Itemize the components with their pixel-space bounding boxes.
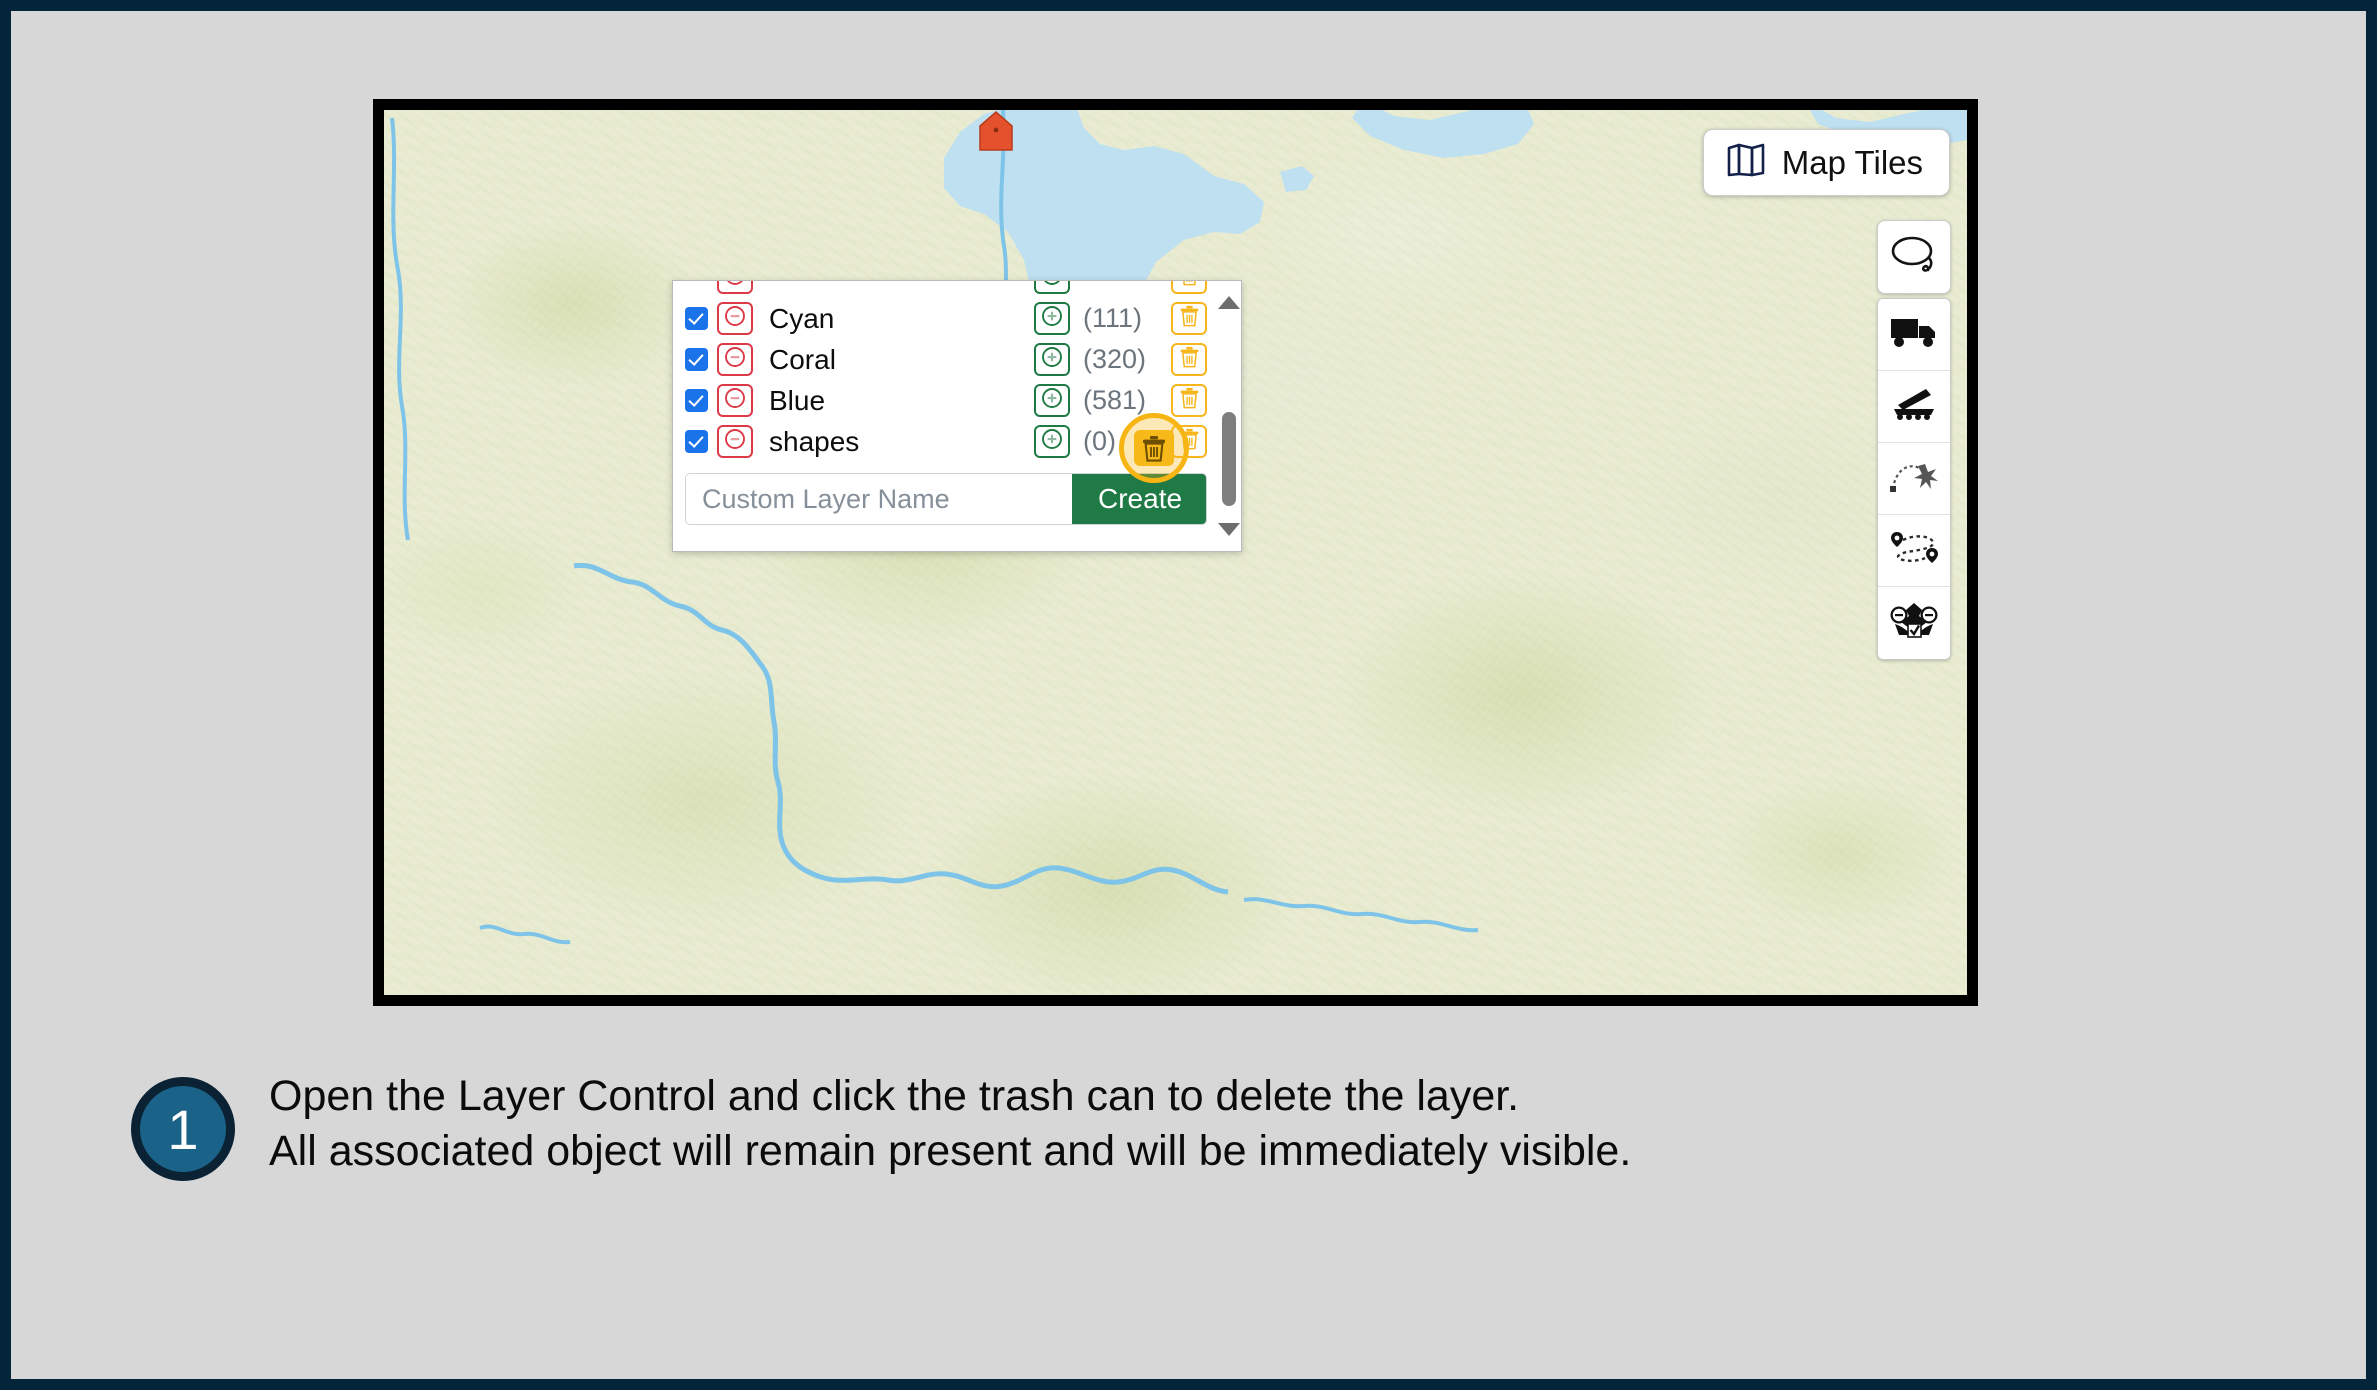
delete-layer-button[interactable] (1171, 281, 1207, 294)
remove-from-layer-button[interactable] (717, 281, 753, 294)
trash-icon (1179, 281, 1200, 291)
circle-plus-icon (1041, 387, 1063, 414)
layer-row[interactable]: Blue (581) (685, 380, 1207, 421)
screenshot-root: Map Tiles Cyan (111) Coral (320) Blue (5… (0, 0, 2377, 1390)
circle-plus-icon (1041, 428, 1063, 455)
add-to-layer-wrapper (1034, 384, 1070, 417)
layer-visibility-checkbox[interactable] (685, 430, 708, 453)
remove-from-layer-button[interactable] (717, 343, 753, 376)
caption-text: Open the Layer Control and click the tra… (269, 1069, 1631, 1178)
lasso-select-button[interactable] (1877, 220, 1951, 294)
caption-line-1: Open the Layer Control and click the tra… (269, 1072, 1520, 1120)
layer-name-label: Cyan (769, 302, 835, 334)
remove-from-layer-button[interactable] (717, 425, 753, 458)
layer-control-panel[interactable]: Cyan (111) Coral (320) Blue (581) shapes… (672, 280, 1242, 552)
circle-minus-icon (724, 305, 746, 332)
tool-truck[interactable] (1878, 299, 1950, 371)
circle-minus-icon (724, 428, 746, 455)
add-to-layer-wrapper (1034, 302, 1070, 335)
layer-object-count: (320) (1083, 344, 1147, 374)
unit-zoom-select-icon (1889, 602, 1939, 645)
add-to-layer-wrapper (1034, 425, 1070, 458)
step-number-badge: 1 (131, 1077, 235, 1181)
caption-line-2: All associated object will remain presen… (269, 1126, 1632, 1175)
lasso-select-icon (1889, 234, 1939, 281)
triangle-up-icon[interactable] (1218, 296, 1240, 309)
circle-minus-icon (724, 281, 746, 291)
triangle-down-icon[interactable] (1218, 523, 1240, 536)
remove-from-layer-button[interactable] (717, 302, 753, 335)
map-tool-strip[interactable] (1877, 298, 1951, 660)
layer-name-label: Blue (769, 384, 826, 416)
delete-layer-button[interactable] (1171, 302, 1207, 335)
add-to-layer-wrapper (1034, 281, 1070, 294)
delete-layer-button[interactable] (1171, 384, 1207, 417)
add-to-layer-button[interactable] (1034, 425, 1070, 458)
create-layer-row[interactable]: Create (685, 473, 1207, 525)
highlighted-delete-layer-button[interactable] (1119, 413, 1189, 483)
tool-trajectory[interactable] (1878, 443, 1950, 515)
layer-visibility-checkbox[interactable] (685, 307, 708, 330)
layer-object-count: (581) (1083, 385, 1147, 415)
circle-plus-icon (1041, 305, 1063, 332)
scrollbar-track[interactable] (1219, 309, 1239, 523)
add-to-layer-button[interactable] (1034, 343, 1070, 376)
circle-plus-icon (1041, 281, 1063, 291)
circle-minus-icon (724, 387, 746, 414)
layer-name-label: shapes (769, 425, 860, 457)
add-to-layer-button[interactable] (1034, 384, 1070, 417)
tool-artillery[interactable] (1878, 371, 1950, 443)
add-to-layer-button[interactable] (1034, 302, 1070, 335)
custom-layer-name-input[interactable] (686, 474, 1072, 524)
circle-plus-icon (1041, 346, 1063, 373)
add-to-layer-wrapper (1034, 343, 1070, 376)
tool-unit-select[interactable] (1878, 587, 1950, 659)
layer-row[interactable] (685, 281, 1207, 298)
page-background: Map Tiles Cyan (111) Coral (320) Blue (5… (11, 11, 2366, 1379)
truck-icon (1890, 315, 1938, 354)
map-tiles-label: Map Tiles (1781, 143, 1923, 181)
layer-row[interactable]: Cyan (111) (685, 298, 1207, 339)
trash-icon (1179, 305, 1200, 332)
circle-minus-icon (724, 346, 746, 373)
layer-row[interactable]: Coral (320) (685, 339, 1207, 380)
layer-name-label: Coral (769, 343, 836, 375)
layer-list-scrollbar[interactable] (1218, 283, 1240, 549)
map-canvas[interactable]: Map Tiles Cyan (111) Coral (320) Blue (5… (384, 110, 1967, 995)
trash-icon (1179, 346, 1200, 373)
map-hydrography (390, 110, 1967, 945)
trajectory-explosion-icon (1889, 458, 1939, 499)
map-frame: Map Tiles Cyan (111) Coral (320) Blue (5… (373, 99, 1978, 1006)
scrollbar-thumb[interactable] (1222, 411, 1236, 506)
tool-route[interactable] (1878, 515, 1950, 587)
remove-from-layer-button[interactable] (717, 384, 753, 417)
layer-object-count: (111) (1083, 303, 1143, 333)
add-to-layer-button[interactable] (1034, 281, 1070, 294)
layer-visibility-checkbox[interactable] (685, 389, 708, 412)
map-tiles-button[interactable]: Map Tiles (1702, 129, 1950, 196)
instruction-caption: 1 Open the Layer Control and click the t… (131, 1069, 1631, 1181)
artillery-launcher-icon (1890, 387, 1938, 426)
map-fold-icon (1726, 143, 1766, 182)
delete-layer-button[interactable] (1171, 343, 1207, 376)
trash-icon (1179, 387, 1200, 414)
layer-visibility-checkbox[interactable] (685, 348, 708, 371)
route-waypoints-icon (1889, 530, 1939, 571)
create-layer-button[interactable]: Create (1072, 474, 1206, 524)
trash-icon (1134, 430, 1174, 466)
